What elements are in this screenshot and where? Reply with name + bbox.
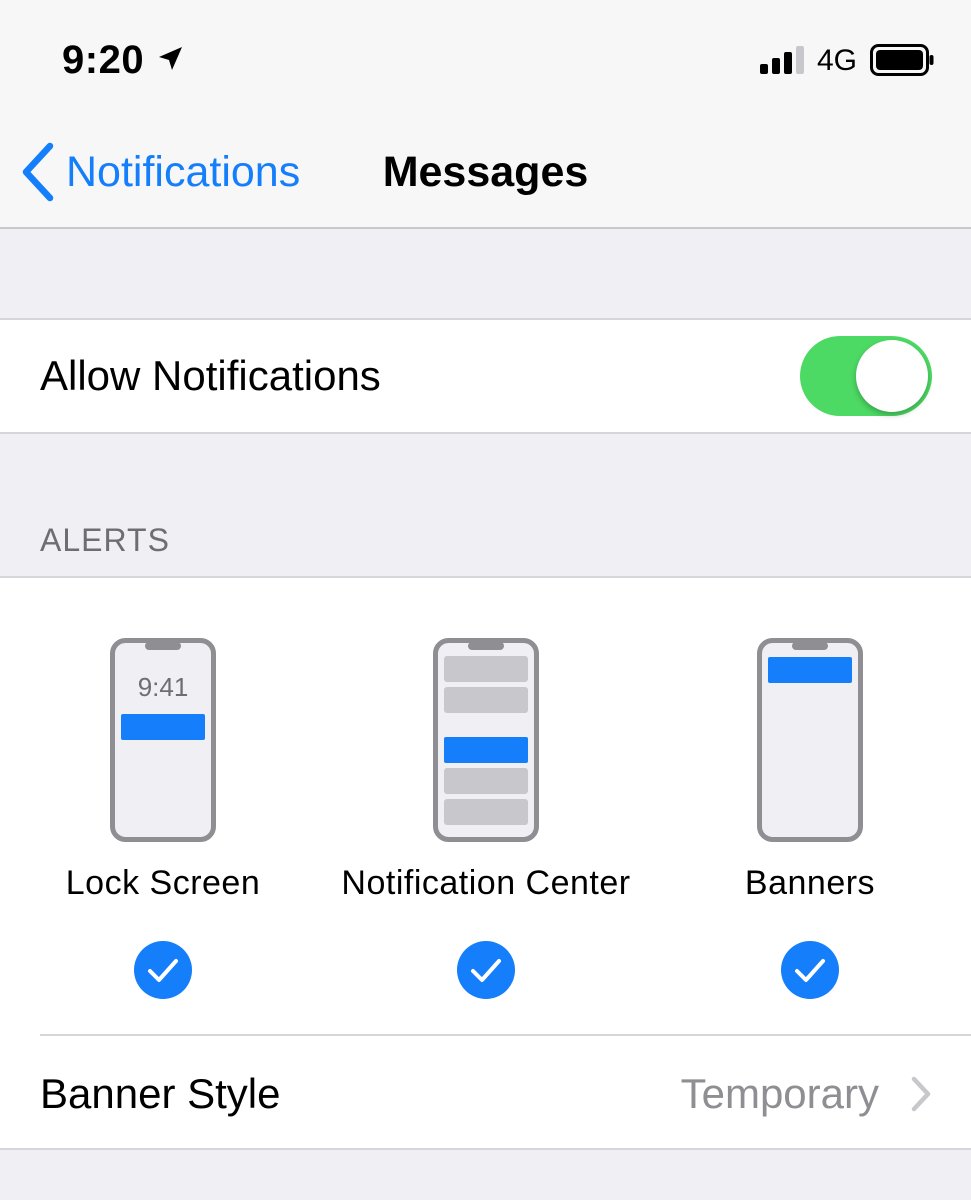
battery-icon — [870, 44, 934, 76]
alert-option-banners[interactable]: Banners — [650, 638, 970, 999]
notification-center-label: Notification Center — [341, 864, 631, 902]
lock-screen-label: Lock Screen — [65, 864, 261, 902]
banners-phone-icon — [757, 638, 863, 842]
alerts-section-header: ALERTS — [40, 522, 170, 558]
back-button[interactable]: Notifications — [18, 140, 300, 204]
toggle-knob — [856, 340, 928, 412]
navigation-bar: Messages Notifications — [0, 120, 971, 229]
location-arrow-icon — [159, 47, 182, 70]
allow-notifications-row: Allow Notifications — [0, 318, 971, 434]
network-type: 4G — [817, 44, 858, 77]
checkmark-icon — [781, 941, 839, 999]
settings-screen: 9:20 4G Messages Notifications Allow Not… — [0, 0, 971, 1200]
allow-notifications-toggle[interactable] — [800, 336, 932, 416]
chevron-right-icon — [911, 1076, 931, 1112]
alerts-group: 9:41 Lock Screen Notification Center Ban… — [0, 576, 971, 1150]
banner-style-label: Banner Style — [40, 1070, 281, 1117]
status-time: 9:20 — [62, 38, 145, 82]
banners-label: Banners — [744, 864, 876, 902]
phone-time-text: 9:41 — [138, 672, 189, 702]
banner-style-value: Temporary — [680, 1070, 879, 1117]
allow-notifications-label: Allow Notifications — [40, 352, 381, 399]
status-bar: 9:20 4G — [0, 0, 971, 120]
banner-style-row[interactable]: Banner Style Temporary — [0, 1036, 971, 1150]
chevron-left-icon — [22, 142, 54, 202]
checkmark-icon — [457, 941, 515, 999]
back-button-label: Notifications — [66, 147, 301, 196]
cellular-signal-icon — [760, 46, 806, 74]
alert-option-lock-screen[interactable]: 9:41 Lock Screen — [3, 638, 323, 999]
checkmark-icon — [134, 941, 192, 999]
lock-screen-phone-icon: 9:41 — [110, 638, 216, 842]
notification-center-phone-icon — [433, 638, 539, 842]
alert-option-notification-center[interactable]: Notification Center — [326, 638, 646, 999]
